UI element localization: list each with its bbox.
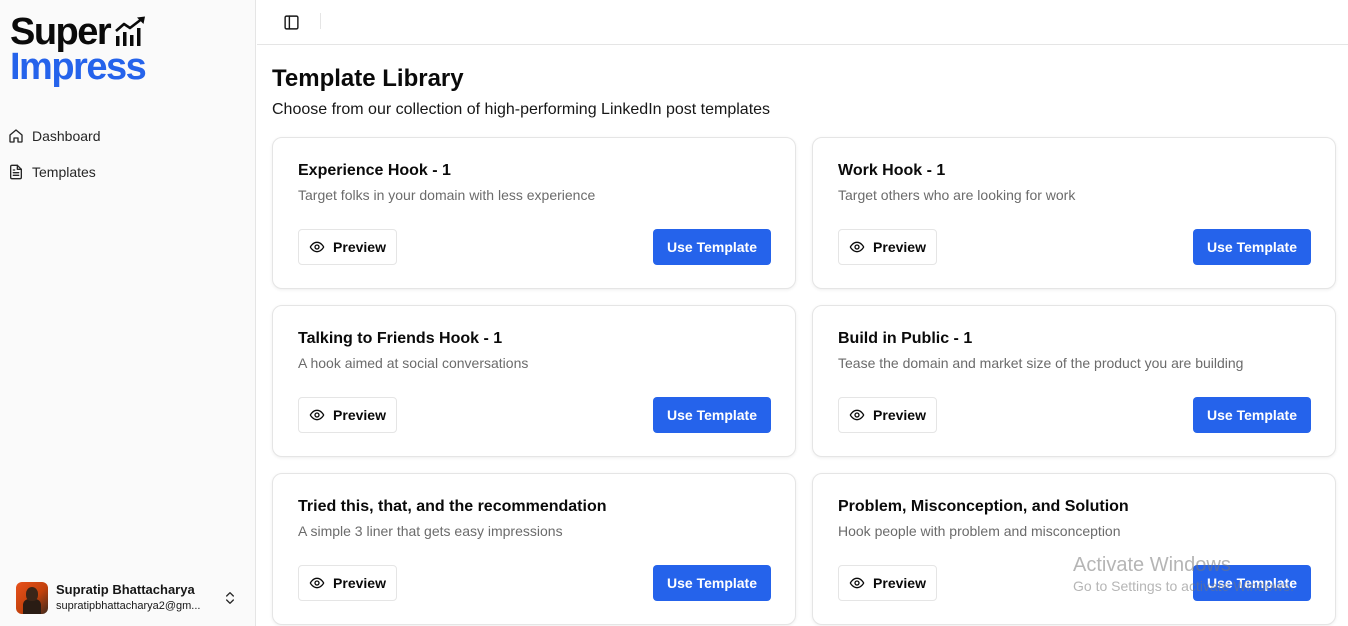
preview-label: Preview <box>333 407 386 423</box>
preview-label: Preview <box>873 407 926 423</box>
user-name: Supratip Bhattacharya <box>56 582 195 597</box>
sidebar: Super Impress Dashboard Templates Suprat… <box>0 0 256 626</box>
top-bar <box>257 0 1348 45</box>
sidebar-toggle-button[interactable] <box>281 12 301 32</box>
sidebar-item-templates[interactable]: Templates <box>8 154 248 190</box>
preview-label: Preview <box>333 239 386 255</box>
preview-button[interactable]: Preview <box>838 565 937 601</box>
use-template-button[interactable]: Use Template <box>653 397 771 433</box>
use-template-button[interactable]: Use Template <box>1193 229 1311 265</box>
preview-button[interactable]: Preview <box>298 565 397 601</box>
template-card: Tried this, that, and the recommendation… <box>272 473 796 625</box>
template-description: Target folks in your domain with less ex… <box>298 187 596 203</box>
page-title: Template Library <box>272 65 464 92</box>
sidebar-nav: Dashboard Templates <box>8 118 248 190</box>
template-title: Build in Public - 1 <box>838 330 973 347</box>
preview-button[interactable]: Preview <box>298 397 397 433</box>
chevrons-up-down-icon <box>226 592 234 604</box>
use-template-button[interactable]: Use Template <box>653 565 771 601</box>
template-title: Tried this, that, and the recommendation <box>298 498 607 515</box>
preview-label: Preview <box>333 575 386 591</box>
preview-label: Preview <box>873 239 926 255</box>
sidebar-item-label: Dashboard <box>32 128 101 144</box>
use-template-button[interactable]: Use Template <box>1193 397 1311 433</box>
preview-button[interactable]: Preview <box>298 229 397 265</box>
template-card: Experience Hook - 1 Target folks in your… <box>272 137 796 289</box>
preview-button[interactable]: Preview <box>838 397 937 433</box>
file-text-icon <box>8 164 24 180</box>
user-email: supratipbhattacharya2@gm... <box>56 600 201 612</box>
brand-logo[interactable]: Super Impress <box>10 12 147 88</box>
eye-icon <box>849 407 865 423</box>
bar-chart-trend-icon <box>115 16 146 46</box>
template-title: Problem, Misconception, and Solution <box>838 498 1129 515</box>
eye-icon <box>849 575 865 591</box>
template-description: A hook aimed at social conversations <box>298 355 529 371</box>
template-title: Work Hook - 1 <box>838 162 946 179</box>
template-description: Hook people with problem and misconcepti… <box>838 523 1121 539</box>
eye-icon <box>309 407 325 423</box>
template-description: A simple 3 liner that gets easy impressi… <box>298 523 563 539</box>
template-title: Talking to Friends Hook - 1 <box>298 330 503 347</box>
page-subtitle: Choose from our collection of high-perfo… <box>272 101 771 118</box>
sidebar-item-dashboard[interactable]: Dashboard <box>8 118 248 154</box>
use-template-button[interactable]: Use Template <box>653 229 771 265</box>
eye-icon <box>849 239 865 255</box>
template-card: Talking to Friends Hook - 1 A hook aimed… <box>272 305 796 457</box>
preview-button[interactable]: Preview <box>838 229 937 265</box>
sidebar-item-label: Templates <box>32 164 96 180</box>
toolbar-divider <box>320 13 321 29</box>
eye-icon <box>309 239 325 255</box>
preview-label: Preview <box>873 575 926 591</box>
panel-left-icon <box>283 14 299 30</box>
use-template-button[interactable]: Use Template <box>1193 565 1311 601</box>
template-title: Experience Hook - 1 <box>298 162 451 179</box>
template-description: Tease the domain and market size of the … <box>838 355 1244 371</box>
template-card: Work Hook - 1 Target others who are look… <box>812 137 1336 289</box>
user-menu[interactable]: Supratip Bhattacharya supratipbhattachar… <box>16 580 246 616</box>
avatar <box>16 582 48 614</box>
brand-name-line2: Impress <box>10 46 147 88</box>
template-card: Build in Public - 1 Tease the domain and… <box>812 305 1336 457</box>
home-icon <box>8 128 24 144</box>
template-card: Problem, Misconception, and Solution Hoo… <box>812 473 1336 625</box>
template-description: Target others who are looking for work <box>838 187 1076 203</box>
eye-icon <box>309 575 325 591</box>
